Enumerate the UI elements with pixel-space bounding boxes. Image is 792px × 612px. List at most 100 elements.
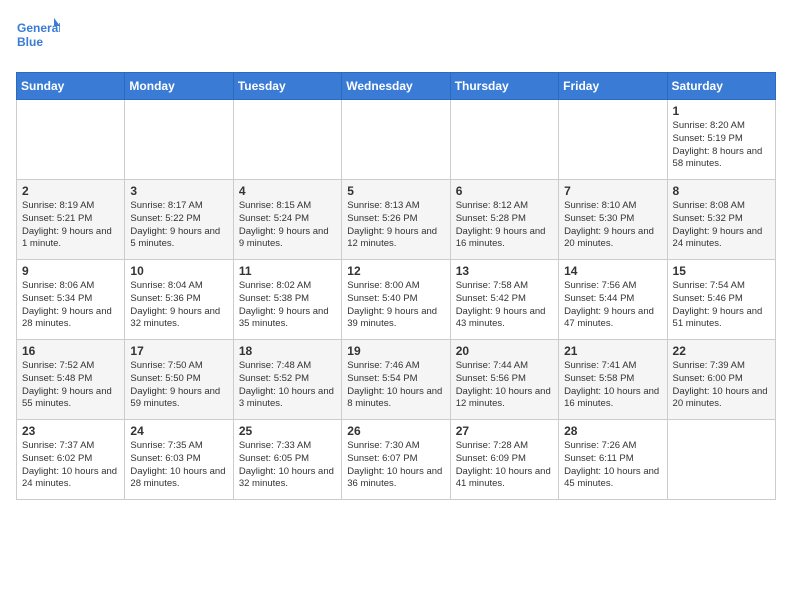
col-header-wednesday: Wednesday bbox=[342, 73, 450, 100]
day-number: 15 bbox=[673, 264, 770, 278]
svg-text:Blue: Blue bbox=[17, 35, 43, 49]
week-row-3: 9 Sunrise: 8:06 AM Sunset: 5:34 PM Daylig… bbox=[17, 260, 776, 340]
day-cell: 25Sunrise: 7:33 AM Sunset: 6:05 PM Dayli… bbox=[233, 420, 341, 500]
day-cell: 11 Sunrise: 8:02 AM Sunset: 5:38 PM Dayli… bbox=[233, 260, 341, 340]
day-cell bbox=[342, 100, 450, 180]
week-row-4: 16 Sunrise: 7:52 AM Sunset: 5:48 PM Dayli… bbox=[17, 340, 776, 420]
day-cell: 6 Sunrise: 8:12 AM Sunset: 5:28 PM Daylig… bbox=[450, 180, 558, 260]
day-info: Sunrise: 8:08 AM Sunset: 5:32 PM Dayligh… bbox=[673, 200, 770, 251]
day-info: Sunrise: 8:19 AM Sunset: 5:21 PM Dayligh… bbox=[22, 200, 119, 251]
day-info: Sunrise: 8:17 AM Sunset: 5:22 PM Dayligh… bbox=[130, 200, 227, 251]
day-cell: 20Sunrise: 7:44 AM Sunset: 5:56 PM Dayli… bbox=[450, 340, 558, 420]
week-row-1: 1 Sunrise: 8:20 AM Sunset: 5:19 PM Daylig… bbox=[17, 100, 776, 180]
day-number: 7 bbox=[564, 184, 661, 198]
day-number: 27 bbox=[456, 424, 553, 438]
day-info: Sunrise: 8:06 AM Sunset: 5:34 PM Dayligh… bbox=[22, 280, 119, 331]
day-number: 28 bbox=[564, 424, 661, 438]
day-info: Sunrise: 7:52 AM Sunset: 5:48 PM Dayligh… bbox=[22, 360, 119, 411]
day-number: 9 bbox=[22, 264, 119, 278]
day-cell: 14Sunrise: 7:56 AM Sunset: 5:44 PM Dayli… bbox=[559, 260, 667, 340]
day-cell: 21 Sunrise: 7:41 AM Sunset: 5:58 PM Dayli… bbox=[559, 340, 667, 420]
logo-svg: General Blue bbox=[16, 16, 60, 60]
day-number: 19 bbox=[347, 344, 444, 358]
day-info: Sunrise: 8:13 AM Sunset: 5:26 PM Dayligh… bbox=[347, 200, 444, 251]
day-info: Sunrise: 7:37 AM Sunset: 6:02 PM Dayligh… bbox=[22, 440, 119, 491]
page-header: General Blue bbox=[16, 16, 776, 60]
day-info: Sunrise: 7:26 AM Sunset: 6:11 PM Dayligh… bbox=[564, 440, 661, 491]
day-cell: 2Sunrise: 8:19 AM Sunset: 5:21 PM Daylig… bbox=[17, 180, 125, 260]
day-info: Sunrise: 8:02 AM Sunset: 5:38 PM Dayligh… bbox=[239, 280, 336, 331]
day-cell: 22 Sunrise: 7:39 AM Sunset: 6:00 PM Dayli… bbox=[667, 340, 775, 420]
day-cell: 16 Sunrise: 7:52 AM Sunset: 5:48 PM Dayli… bbox=[17, 340, 125, 420]
svg-text:General: General bbox=[17, 21, 60, 35]
day-number: 3 bbox=[130, 184, 227, 198]
day-number: 23 bbox=[22, 424, 119, 438]
day-info: Sunrise: 7:50 AM Sunset: 5:50 PM Dayligh… bbox=[130, 360, 227, 411]
day-number: 6 bbox=[456, 184, 553, 198]
day-cell: 8 Sunrise: 8:08 AM Sunset: 5:32 PM Daylig… bbox=[667, 180, 775, 260]
day-cell: 3 Sunrise: 8:17 AM Sunset: 5:22 PM Daylig… bbox=[125, 180, 233, 260]
col-header-saturday: Saturday bbox=[667, 73, 775, 100]
week-row-2: 2Sunrise: 8:19 AM Sunset: 5:21 PM Daylig… bbox=[17, 180, 776, 260]
col-header-sunday: Sunday bbox=[17, 73, 125, 100]
day-info: Sunrise: 8:12 AM Sunset: 5:28 PM Dayligh… bbox=[456, 200, 553, 251]
day-info: Sunrise: 7:54 AM Sunset: 5:46 PM Dayligh… bbox=[673, 280, 770, 331]
day-number: 14 bbox=[564, 264, 661, 278]
day-info: Sunrise: 7:48 AM Sunset: 5:52 PM Dayligh… bbox=[239, 360, 336, 411]
day-info: Sunrise: 7:33 AM Sunset: 6:05 PM Dayligh… bbox=[239, 440, 336, 491]
day-cell: 27 Sunrise: 7:28 AM Sunset: 6:09 PM Dayli… bbox=[450, 420, 558, 500]
header-row: SundayMondayTuesdayWednesdayThursdayFrid… bbox=[17, 73, 776, 100]
day-info: Sunrise: 8:04 AM Sunset: 5:36 PM Dayligh… bbox=[130, 280, 227, 331]
day-cell: 5 Sunrise: 8:13 AM Sunset: 5:26 PM Daylig… bbox=[342, 180, 450, 260]
day-info: Sunrise: 7:35 AM Sunset: 6:03 PM Dayligh… bbox=[130, 440, 227, 491]
day-cell bbox=[125, 100, 233, 180]
day-number: 26 bbox=[347, 424, 444, 438]
day-info: Sunrise: 8:10 AM Sunset: 5:30 PM Dayligh… bbox=[564, 200, 661, 251]
day-cell: 18 Sunrise: 7:48 AM Sunset: 5:52 PM Dayli… bbox=[233, 340, 341, 420]
day-number: 1 bbox=[673, 104, 770, 118]
day-info: Sunrise: 8:15 AM Sunset: 5:24 PM Dayligh… bbox=[239, 200, 336, 251]
col-header-monday: Monday bbox=[125, 73, 233, 100]
col-header-tuesday: Tuesday bbox=[233, 73, 341, 100]
day-number: 24 bbox=[130, 424, 227, 438]
day-number: 12 bbox=[347, 264, 444, 278]
day-info: Sunrise: 8:00 AM Sunset: 5:40 PM Dayligh… bbox=[347, 280, 444, 331]
day-cell: 12 Sunrise: 8:00 AM Sunset: 5:40 PM Dayli… bbox=[342, 260, 450, 340]
day-cell bbox=[450, 100, 558, 180]
day-number: 10 bbox=[130, 264, 227, 278]
day-number: 17 bbox=[130, 344, 227, 358]
day-number: 4 bbox=[239, 184, 336, 198]
day-cell: 10 Sunrise: 8:04 AM Sunset: 5:36 PM Dayli… bbox=[125, 260, 233, 340]
day-cell bbox=[233, 100, 341, 180]
day-cell: 28 Sunrise: 7:26 AM Sunset: 6:11 PM Dayli… bbox=[559, 420, 667, 500]
day-cell: 23 Sunrise: 7:37 AM Sunset: 6:02 PM Dayli… bbox=[17, 420, 125, 500]
day-info: Sunrise: 8:20 AM Sunset: 5:19 PM Dayligh… bbox=[673, 120, 770, 171]
day-number: 13 bbox=[456, 264, 553, 278]
day-cell: 13 Sunrise: 7:58 AM Sunset: 5:42 PM Dayli… bbox=[450, 260, 558, 340]
day-cell bbox=[559, 100, 667, 180]
day-cell: 1 Sunrise: 8:20 AM Sunset: 5:19 PM Daylig… bbox=[667, 100, 775, 180]
day-cell: 9 Sunrise: 8:06 AM Sunset: 5:34 PM Daylig… bbox=[17, 260, 125, 340]
day-number: 21 bbox=[564, 344, 661, 358]
day-number: 8 bbox=[673, 184, 770, 198]
day-number: 16 bbox=[22, 344, 119, 358]
day-info: Sunrise: 7:58 AM Sunset: 5:42 PM Dayligh… bbox=[456, 280, 553, 331]
day-cell: 7 Sunrise: 8:10 AM Sunset: 5:30 PM Daylig… bbox=[559, 180, 667, 260]
day-cell: 4 Sunrise: 8:15 AM Sunset: 5:24 PM Daylig… bbox=[233, 180, 341, 260]
day-number: 18 bbox=[239, 344, 336, 358]
day-number: 5 bbox=[347, 184, 444, 198]
calendar-table: SundayMondayTuesdayWednesdayThursdayFrid… bbox=[16, 72, 776, 500]
day-info: Sunrise: 7:41 AM Sunset: 5:58 PM Dayligh… bbox=[564, 360, 661, 411]
day-number: 11 bbox=[239, 264, 336, 278]
day-info: Sunrise: 7:28 AM Sunset: 6:09 PM Dayligh… bbox=[456, 440, 553, 491]
day-info: Sunrise: 7:39 AM Sunset: 6:00 PM Dayligh… bbox=[673, 360, 770, 411]
col-header-thursday: Thursday bbox=[450, 73, 558, 100]
day-cell: 17 Sunrise: 7:50 AM Sunset: 5:50 PM Dayli… bbox=[125, 340, 233, 420]
day-number: 22 bbox=[673, 344, 770, 358]
day-cell: 26 Sunrise: 7:30 AM Sunset: 6:07 PM Dayli… bbox=[342, 420, 450, 500]
day-info: Sunrise: 7:30 AM Sunset: 6:07 PM Dayligh… bbox=[347, 440, 444, 491]
day-info: Sunrise: 7:46 AM Sunset: 5:54 PM Dayligh… bbox=[347, 360, 444, 411]
day-cell: 19 Sunrise: 7:46 AM Sunset: 5:54 PM Dayli… bbox=[342, 340, 450, 420]
day-cell bbox=[667, 420, 775, 500]
day-info: Sunrise: 7:44 AM Sunset: 5:56 PM Dayligh… bbox=[456, 360, 553, 411]
